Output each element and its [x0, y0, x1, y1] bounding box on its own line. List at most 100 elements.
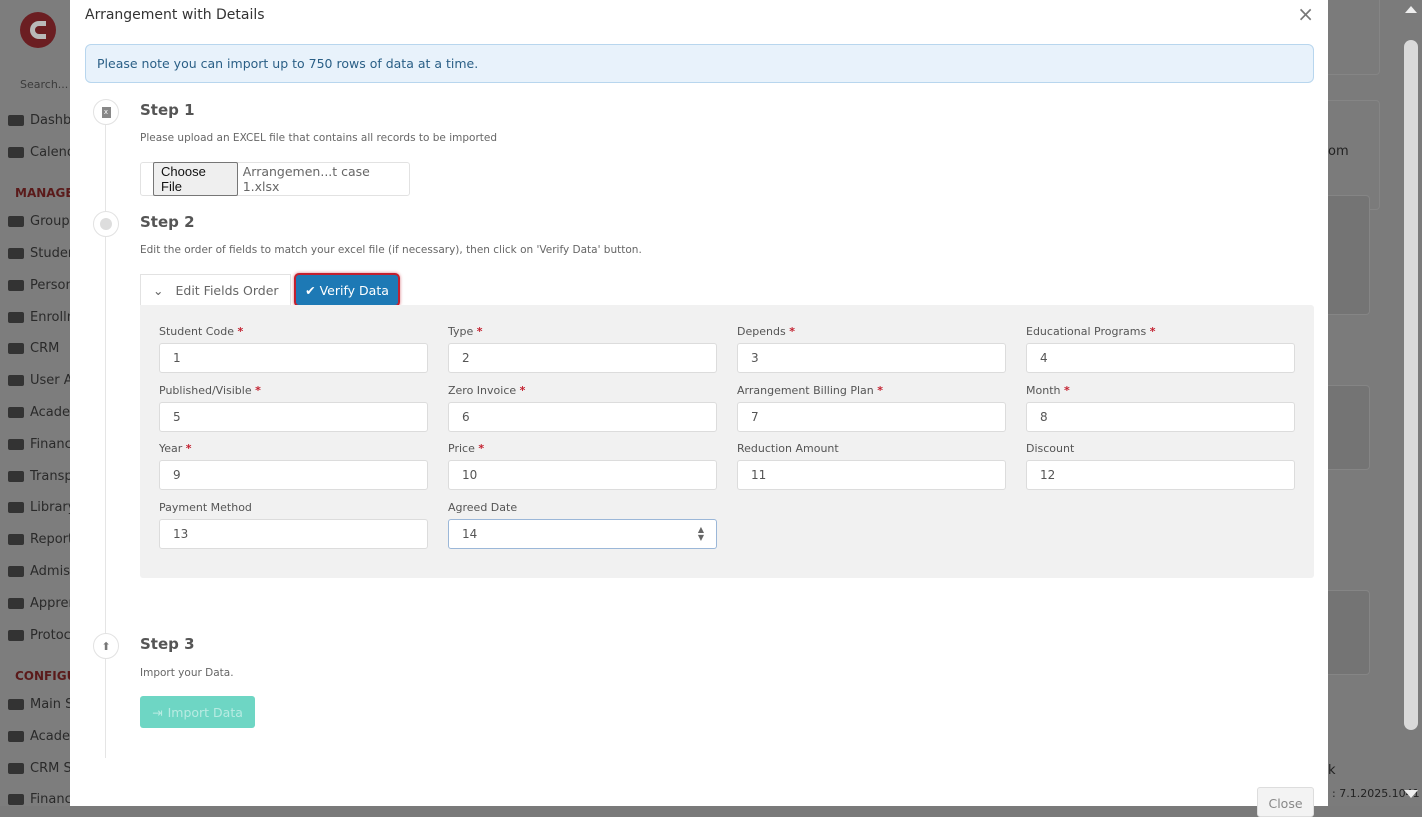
sidebar-item[interactable]: Groups — [8, 214, 72, 229]
field-order-input[interactable]: 6 — [448, 402, 717, 432]
field-order-input[interactable]: 14▲▼ — [448, 519, 717, 549]
sidebar-item[interactable]: Main S — [8, 697, 72, 712]
menu-icon — [8, 502, 24, 513]
sidebar-item[interactable]: Appren — [8, 596, 72, 611]
field-order-item: Zero Invoice * 6 — [448, 384, 717, 432]
sidebar-item[interactable]: Protoc — [8, 628, 71, 643]
step3-title: Step 3 — [140, 635, 195, 653]
menu-icon — [8, 216, 24, 227]
menu-icon — [8, 312, 24, 323]
fields-order-panel: Student Code *1Type *2Depends *3Educatio… — [140, 305, 1314, 578]
menu-icon — [8, 794, 24, 805]
field-order-item: Arrangement Billing Plan * 7 — [737, 384, 1006, 432]
required-marker: * — [1150, 325, 1156, 338]
sidebar-item[interactable]: Person — [8, 278, 72, 293]
required-marker: * — [1064, 384, 1070, 397]
required-marker: * — [789, 325, 795, 338]
menu-icon — [8, 439, 24, 450]
field-label: Zero Invoice — [448, 384, 516, 397]
file-input[interactable]: Choose File Arrangemen...t case 1.xlsx — [140, 162, 410, 196]
field-order-input[interactable]: 12 — [1026, 460, 1295, 490]
menu-icon — [8, 115, 24, 126]
step1-title: Step 1 — [140, 101, 195, 119]
sidebar-section-header: CONFIGUI — [15, 669, 72, 683]
field-order-input[interactable]: 7 — [737, 402, 1006, 432]
sidebar-item[interactable]: Studen — [8, 246, 72, 261]
required-marker: * — [477, 325, 483, 338]
field-label: Type — [448, 325, 473, 338]
check-icon: ✔ — [305, 283, 315, 298]
sidebar-section-header: MANAGEM — [15, 186, 72, 200]
menu-icon — [8, 248, 24, 259]
step3-desc: Import your Data. — [140, 667, 234, 679]
field-label: Published/Visible — [159, 384, 252, 397]
file-name: Arrangemen...t case 1.xlsx — [243, 164, 409, 194]
field-order-item: Agreed Date 14▲▼ — [448, 501, 717, 549]
field-order-input[interactable]: 1 — [159, 343, 428, 373]
sidebar-item[interactable]: User A — [8, 373, 72, 388]
sidebar-item[interactable]: Enrolln — [8, 310, 72, 325]
field-label: Month — [1026, 384, 1060, 397]
excel-file-icon: x — [93, 99, 119, 125]
sidebar-item[interactable]: Transp — [8, 469, 72, 484]
field-order-item: Payment Method 13 — [159, 501, 428, 549]
field-order-input[interactable]: 4 — [1026, 343, 1295, 373]
field-order-item: Type * 2 — [448, 325, 717, 373]
verify-data-button[interactable]: ✔ Verify Data — [294, 273, 400, 307]
sidebar-item[interactable]: Calend — [8, 145, 72, 160]
info-alert: Please note you can import up to 750 row… — [85, 44, 1314, 83]
scroll-up-arrow[interactable] — [1405, 6, 1417, 13]
field-label: Discount — [1026, 442, 1074, 455]
sidebar-item[interactable]: Dashb — [8, 113, 71, 128]
menu-icon — [8, 763, 24, 774]
import-data-button[interactable]: ⇥ Import Data — [140, 696, 255, 728]
required-marker: * — [186, 442, 192, 455]
required-marker: * — [877, 384, 883, 397]
spinner-icon[interactable]: ▲▼ — [698, 526, 704, 542]
menu-icon — [8, 566, 24, 577]
sidebar-item[interactable]: Financ — [8, 792, 72, 806]
field-order-input[interactable]: 11 — [737, 460, 1006, 490]
upload-icon: ⬆ — [93, 633, 119, 659]
choose-file-button[interactable]: Choose File — [153, 162, 238, 196]
required-marker: * — [520, 384, 526, 397]
sidebar: Search... Dashb Calend Groups Studen Person E… — [0, 0, 72, 806]
step2-title: Step 2 — [140, 213, 195, 231]
step1-desc: Please upload an EXCEL file that contain… — [140, 132, 497, 144]
import-modal: Arrangement with Details × Please note y… — [70, 0, 1328, 806]
field-order-input[interactable]: 8 — [1026, 402, 1295, 432]
field-label: Arrangement Billing Plan — [737, 384, 874, 397]
required-marker: * — [478, 442, 484, 455]
field-label: Educational Programs — [1026, 325, 1146, 338]
sidebar-search[interactable]: Search... — [20, 78, 68, 91]
field-order-item: Student Code *1 — [159, 325, 428, 373]
sidebar-item[interactable]: Library — [8, 500, 72, 515]
field-label: Payment Method — [159, 501, 252, 514]
required-marker: * — [237, 325, 243, 338]
page-scrollbar[interactable] — [1404, 40, 1418, 730]
field-order-item: Discount 12 — [1026, 442, 1295, 490]
sidebar-item[interactable]: Financ — [8, 437, 72, 452]
sidebar-item[interactable]: Acader — [8, 729, 72, 744]
app-logo — [20, 12, 56, 48]
field-order-input[interactable]: 10 — [448, 460, 717, 490]
field-order-input[interactable]: 3 — [737, 343, 1006, 373]
sidebar-item[interactable]: CRM Se — [8, 761, 72, 776]
scroll-down-arrow[interactable] — [1404, 790, 1418, 798]
menu-icon — [8, 407, 24, 418]
close-button[interactable]: Close — [1257, 787, 1314, 817]
field-order-item: Depends *3 — [737, 325, 1006, 373]
field-order-item: Year *9 — [159, 442, 428, 490]
field-order-input[interactable]: 9 — [159, 460, 428, 490]
sidebar-item[interactable]: CRM — [8, 341, 59, 356]
sidebar-item[interactable]: Acader — [8, 405, 72, 420]
close-icon[interactable]: × — [1297, 2, 1314, 26]
field-order-input[interactable]: 13 — [159, 519, 428, 549]
field-order-input[interactable]: 5 — [159, 402, 428, 432]
field-label: Agreed Date — [448, 501, 517, 514]
sidebar-item[interactable]: Report — [8, 532, 72, 547]
edit-fields-order-tab[interactable]: ⌄ Edit Fields Order — [140, 274, 291, 305]
sign-in-icon: ⇥ — [152, 705, 162, 720]
sidebar-item[interactable]: Admiss — [8, 564, 72, 579]
field-order-input[interactable]: 2 — [448, 343, 717, 373]
